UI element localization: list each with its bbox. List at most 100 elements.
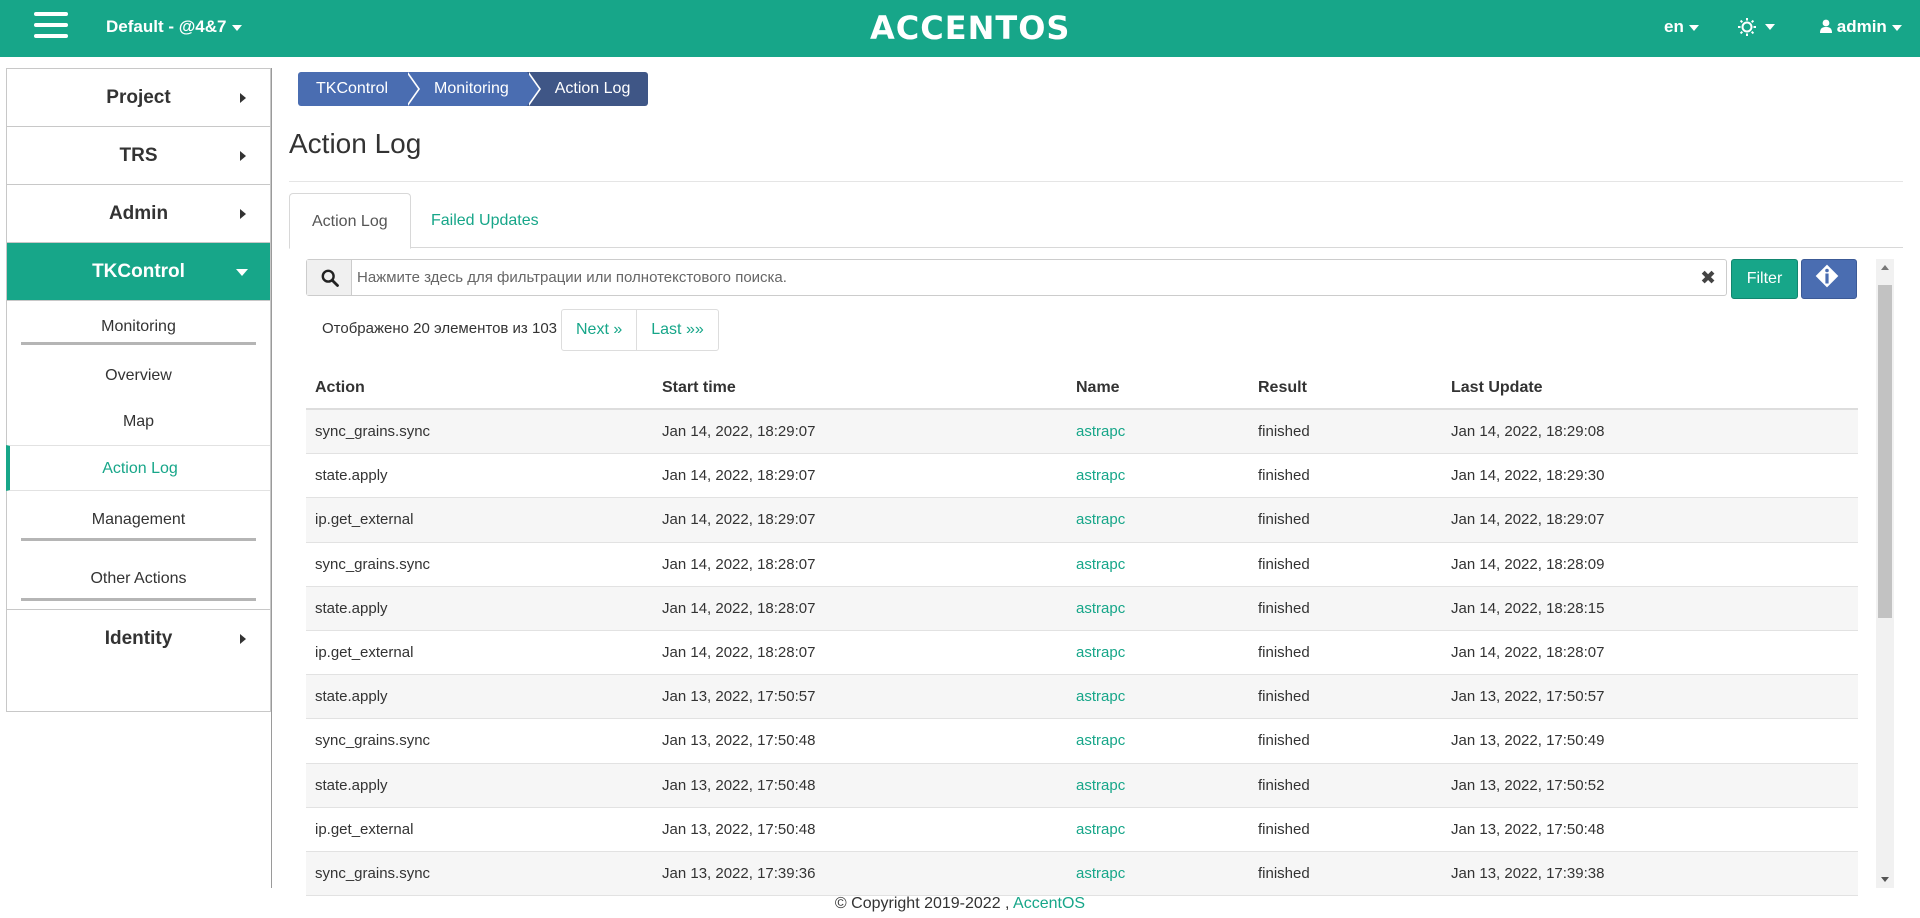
project-selector[interactable]: Default - @4&7 xyxy=(106,17,242,37)
logo: ACCENTOS xyxy=(870,9,1071,47)
column-header-action[interactable]: Action xyxy=(306,366,653,408)
cell-last-update: Jan 13, 2022, 17:50:48 xyxy=(1451,820,1605,838)
submenu-group-other-actions[interactable]: Other Actions xyxy=(7,549,270,609)
host-name-link[interactable]: astrapc xyxy=(1067,410,1249,453)
cell-result: finished xyxy=(1258,511,1310,529)
tab-failed-updates[interactable]: Failed Updates xyxy=(409,193,561,248)
cell-result: finished xyxy=(1258,555,1310,573)
host-name-link[interactable]: astrapc xyxy=(1067,543,1249,586)
clear-search-icon[interactable]: ✖ xyxy=(1700,267,1716,290)
submenu-group-management[interactable]: Management xyxy=(7,491,270,549)
host-name-link[interactable]: astrapc xyxy=(1067,852,1249,895)
table-row: sync_grains.sync Jan 13, 2022, 17:50:48 as… xyxy=(306,719,1858,764)
breadcrumb-item-action-log: Action Log xyxy=(526,72,649,106)
scroll-down-icon[interactable] xyxy=(1881,877,1889,882)
submenu-group-monitoring[interactable]: Monitoring xyxy=(7,301,270,353)
host-name-link[interactable]: astrapc xyxy=(1067,454,1249,497)
host-name-link[interactable]: astrapc xyxy=(1067,764,1249,807)
cell-last-update: Jan 14, 2022, 18:28:15 xyxy=(1451,599,1605,617)
sidebar-item-trs[interactable]: TRS xyxy=(7,127,270,185)
scroll-up-icon[interactable] xyxy=(1881,265,1889,270)
search-icon xyxy=(321,269,339,287)
cell-result: finished xyxy=(1258,864,1310,882)
language-selector[interactable]: en xyxy=(1664,17,1699,37)
chevron-right-icon xyxy=(240,634,246,644)
filter-button[interactable]: Filter xyxy=(1731,259,1798,299)
table-row: state.apply Jan 13, 2022, 17:50:57 astrapc… xyxy=(306,675,1858,720)
chevron-right-icon xyxy=(240,93,246,103)
chevron-right-icon xyxy=(240,151,246,161)
cell-result: finished xyxy=(1258,688,1310,706)
accentos-link[interactable]: AccentOS xyxy=(1013,895,1085,912)
table-header: Action Start time Name Result Last Updat… xyxy=(306,366,1858,410)
breadcrumb-item-tkcontrol[interactable]: TKControl xyxy=(298,72,421,106)
cell-last-update: Jan 14, 2022, 18:28:07 xyxy=(1451,643,1605,661)
items-count: Отображено 20 элементов из 103 xyxy=(322,320,557,337)
host-name-link[interactable]: astrapc xyxy=(1067,631,1249,674)
sidebar-item-label: Identity xyxy=(104,628,173,649)
sidebar-item-label: Project xyxy=(106,87,171,108)
cell-action: sync_grains.sync xyxy=(315,555,431,573)
cell-start-time: Jan 13, 2022, 17:50:57 xyxy=(662,688,816,706)
search-bar: ✖ xyxy=(306,259,1727,296)
hamburger-menu-icon[interactable] xyxy=(34,12,68,42)
cell-start-time: Jan 14, 2022, 18:29:07 xyxy=(662,511,816,529)
host-name-link[interactable]: astrapc xyxy=(1067,719,1249,762)
cell-last-update: Jan 13, 2022, 17:50:57 xyxy=(1451,688,1605,706)
user-menu[interactable]: admin xyxy=(1820,17,1902,37)
table-row: sync_grains.sync Jan 13, 2022, 17:39:36 as… xyxy=(306,851,1858,897)
breadcrumb-item-monitoring[interactable]: Monitoring xyxy=(406,72,541,106)
cell-action: sync_grains.sync xyxy=(315,732,431,750)
divider xyxy=(289,181,1903,182)
column-header-result[interactable]: Result xyxy=(1249,366,1442,408)
column-header-name[interactable]: Name xyxy=(1067,366,1249,408)
column-header-last-update[interactable]: Last Update xyxy=(1442,366,1858,408)
cell-start-time: Jan 13, 2022, 17:50:48 xyxy=(662,820,816,838)
cell-start-time: Jan 13, 2022, 17:50:48 xyxy=(662,732,816,750)
scrollbar-thumb[interactable] xyxy=(1878,285,1892,618)
action-log-table: Action Start time Name Result Last Updat… xyxy=(306,366,1858,897)
breadcrumb: TKControl Monitoring Action Log xyxy=(298,72,649,106)
cell-action: state.apply xyxy=(315,776,388,794)
sidebar-item-identity[interactable]: Identity xyxy=(7,610,270,668)
tab-action-log[interactable]: Action Log xyxy=(289,193,411,249)
chevron-down-icon xyxy=(1765,23,1775,30)
table-row: state.apply Jan 14, 2022, 18:28:07 astrapc… xyxy=(306,586,1858,631)
column-header-start-time[interactable]: Start time xyxy=(653,366,1067,408)
next-page-link[interactable]: Next » xyxy=(562,310,636,350)
theme-selector[interactable] xyxy=(1738,15,1775,38)
sidebar-item-project[interactable]: Project xyxy=(7,69,270,127)
cell-action: state.apply xyxy=(315,688,388,706)
cell-result: finished xyxy=(1258,732,1310,750)
sidebar-item-label: Admin xyxy=(108,203,169,224)
sun-icon xyxy=(1738,17,1756,36)
host-name-link[interactable]: astrapc xyxy=(1067,587,1249,630)
host-name-link[interactable]: astrapc xyxy=(1067,808,1249,851)
cell-start-time: Jan 13, 2022, 17:50:48 xyxy=(662,776,816,794)
scrollbar[interactable] xyxy=(1876,259,1894,888)
last-page-link[interactable]: Last »» xyxy=(636,310,717,350)
cell-start-time: Jan 14, 2022, 18:28:07 xyxy=(662,599,816,617)
chevron-down-icon xyxy=(231,24,242,31)
cell-action: ip.get_external xyxy=(315,511,414,529)
cell-result: finished xyxy=(1258,643,1310,661)
sidebar-item-tkcontrol[interactable]: TKControl xyxy=(7,243,270,301)
submenu-item-overview[interactable]: Overview xyxy=(7,353,270,399)
user-icon xyxy=(1820,19,1832,33)
pagination: Next » Last »» xyxy=(561,309,719,351)
table-row: sync_grains.sync Jan 14, 2022, 18:28:07 as… xyxy=(306,543,1858,587)
host-name-link[interactable]: astrapc xyxy=(1067,498,1249,541)
search-input[interactable] xyxy=(357,260,1677,295)
host-name-link[interactable]: astrapc xyxy=(1067,675,1249,718)
info-button[interactable] xyxy=(1801,259,1857,299)
table-row: ip.get_external Jan 13, 2022, 17:50:48 ast… xyxy=(306,808,1858,852)
cell-last-update: Jan 13, 2022, 17:50:52 xyxy=(1451,776,1605,794)
tkcontrol-submenu: Monitoring Overview Map Action Log Manag… xyxy=(6,301,270,610)
submenu-item-map[interactable]: Map xyxy=(7,399,270,445)
cell-action: state.apply xyxy=(315,599,388,617)
table-row: state.apply Jan 14, 2022, 18:29:07 astrapc… xyxy=(306,454,1858,499)
user-label: admin xyxy=(1836,17,1887,36)
cell-result: finished xyxy=(1258,599,1310,617)
submenu-item-action-log[interactable]: Action Log xyxy=(6,445,270,491)
sidebar-item-admin[interactable]: Admin xyxy=(7,185,270,243)
